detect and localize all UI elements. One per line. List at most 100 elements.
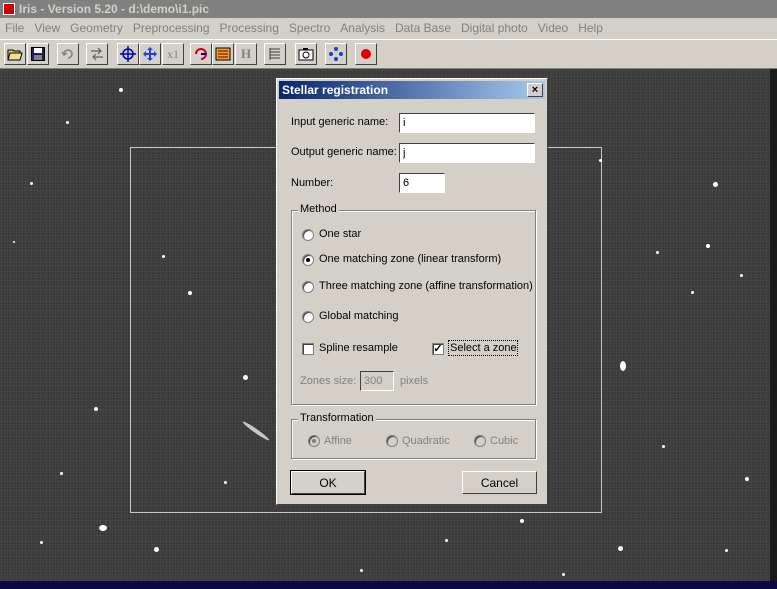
zones-size-field[interactable] <box>360 371 394 391</box>
ok-label: OK <box>319 475 337 490</box>
radio-quadratic[interactable] <box>386 435 398 447</box>
star <box>662 445 665 448</box>
output-generic-name-field[interactable] <box>399 143 535 163</box>
camera-button[interactable] <box>295 43 317 65</box>
transformation-legend: Transformation <box>298 412 376 424</box>
menu-spectro[interactable]: Spectro <box>284 21 335 35</box>
menu-view[interactable]: View <box>29 21 65 35</box>
method-legend: Method <box>298 203 339 215</box>
menu-file[interactable]: File <box>0 21 29 35</box>
radio-three-matching-zone[interactable] <box>302 281 314 293</box>
menu-digital-photo[interactable]: Digital photo <box>456 21 533 35</box>
star <box>599 159 602 162</box>
star <box>119 88 123 92</box>
blue-dots-icon <box>329 47 343 61</box>
window-titlebar[interactable]: Iris - Version 5.20 - d:\demo\i1.pic <box>0 0 777 18</box>
star <box>691 291 694 294</box>
star <box>154 547 159 552</box>
menu-geometry[interactable]: Geometry <box>65 21 128 35</box>
star <box>60 472 63 475</box>
number-field[interactable] <box>399 173 445 193</box>
affine-label: Affine <box>324 435 352 447</box>
star <box>725 549 728 552</box>
star <box>30 182 33 185</box>
move-icon <box>143 47 157 61</box>
global-matching-label: Global matching <box>319 310 399 322</box>
zoom-x1-icon: x1 <box>167 46 179 61</box>
transformation-group: Transformation Affine Quadratic Cubic <box>291 412 536 459</box>
undo-icon <box>61 49 73 59</box>
histogram-icon: H <box>240 46 252 61</box>
open-button[interactable] <box>4 43 26 65</box>
star <box>94 407 98 411</box>
star <box>618 546 623 551</box>
app-icon <box>3 3 15 15</box>
star <box>620 361 626 371</box>
red-swirl-button[interactable] <box>190 43 212 65</box>
three-matching-zone-label: Three matching zone (affine transformati… <box>319 280 533 292</box>
radio-affine[interactable] <box>308 435 320 447</box>
list-button[interactable] <box>264 43 286 65</box>
cancel-button[interactable]: Cancel <box>462 471 537 494</box>
star <box>745 477 749 481</box>
star <box>445 539 448 542</box>
menu-video[interactable]: Video <box>533 21 573 35</box>
star <box>13 241 15 243</box>
radio-global-matching[interactable] <box>302 311 314 323</box>
stellar-registration-dialog: Stellar registration × Input generic nam… <box>276 78 548 505</box>
crosshair-button[interactable] <box>117 43 139 65</box>
crosshair-icon <box>120 46 136 62</box>
star <box>99 525 107 531</box>
move-button[interactable] <box>139 43 161 65</box>
dialog-titlebar[interactable]: Stellar registration × <box>279 81 545 99</box>
ok-button[interactable]: OK <box>290 470 366 495</box>
star <box>224 481 227 484</box>
cancel-label: Cancel <box>480 475 519 490</box>
input-generic-name-label: Input generic name: <box>291 116 389 128</box>
quadratic-label: Quadratic <box>402 435 450 447</box>
zones-size-unit: pixels <box>400 375 429 387</box>
radio-one-matching-zone[interactable] <box>302 254 314 266</box>
output-generic-name-label: Output generic name: <box>291 146 397 158</box>
save-button[interactable] <box>27 43 49 65</box>
menu-help[interactable]: Help <box>573 21 608 35</box>
list-icon <box>269 48 280 60</box>
open-folder-icon <box>7 49 23 61</box>
record-dot-icon <box>361 49 371 59</box>
star <box>360 569 363 572</box>
menu-preprocessing[interactable]: Preprocessing <box>128 21 215 35</box>
dialog-title: Stellar registration <box>282 83 389 97</box>
spline-resample-checkbox[interactable] <box>302 343 314 355</box>
red-swirl-icon <box>195 48 207 60</box>
star <box>40 541 43 544</box>
radio-cubic[interactable] <box>474 435 486 447</box>
vertical-scrollbar[interactable] <box>770 69 777 581</box>
close-icon: × <box>531 83 539 96</box>
star <box>66 121 69 124</box>
blue-dots-button[interactable] <box>325 43 347 65</box>
star <box>740 274 743 277</box>
one-matching-zone-label: One matching zone (linear transform) <box>319 253 502 265</box>
star <box>656 251 659 254</box>
histogram-button[interactable]: H <box>235 43 257 65</box>
save-disk-icon <box>31 47 45 61</box>
threshold-button[interactable] <box>212 43 234 65</box>
zoom-x1-button[interactable]: x1 <box>162 43 184 65</box>
star <box>706 244 710 248</box>
select-zone-checkbox[interactable]: ✓ <box>432 343 444 355</box>
swap-button[interactable] <box>86 43 108 65</box>
menu-bar: File View Geometry Preprocessing Process… <box>0 18 777 38</box>
radio-one-star[interactable] <box>302 229 314 241</box>
record-button[interactable] <box>355 43 377 65</box>
menu-analysis[interactable]: Analysis <box>335 21 390 35</box>
star <box>713 182 718 187</box>
close-button[interactable]: × <box>527 83 543 97</box>
input-generic-name-field[interactable] <box>399 113 535 133</box>
cubic-label: Cubic <box>490 435 519 447</box>
undo-button[interactable] <box>57 43 79 65</box>
horizontal-scrollbar[interactable] <box>0 581 777 589</box>
star <box>562 573 565 576</box>
menu-processing[interactable]: Processing <box>215 21 284 35</box>
threshold-icon <box>215 47 231 61</box>
menu-database[interactable]: Data Base <box>390 21 456 35</box>
